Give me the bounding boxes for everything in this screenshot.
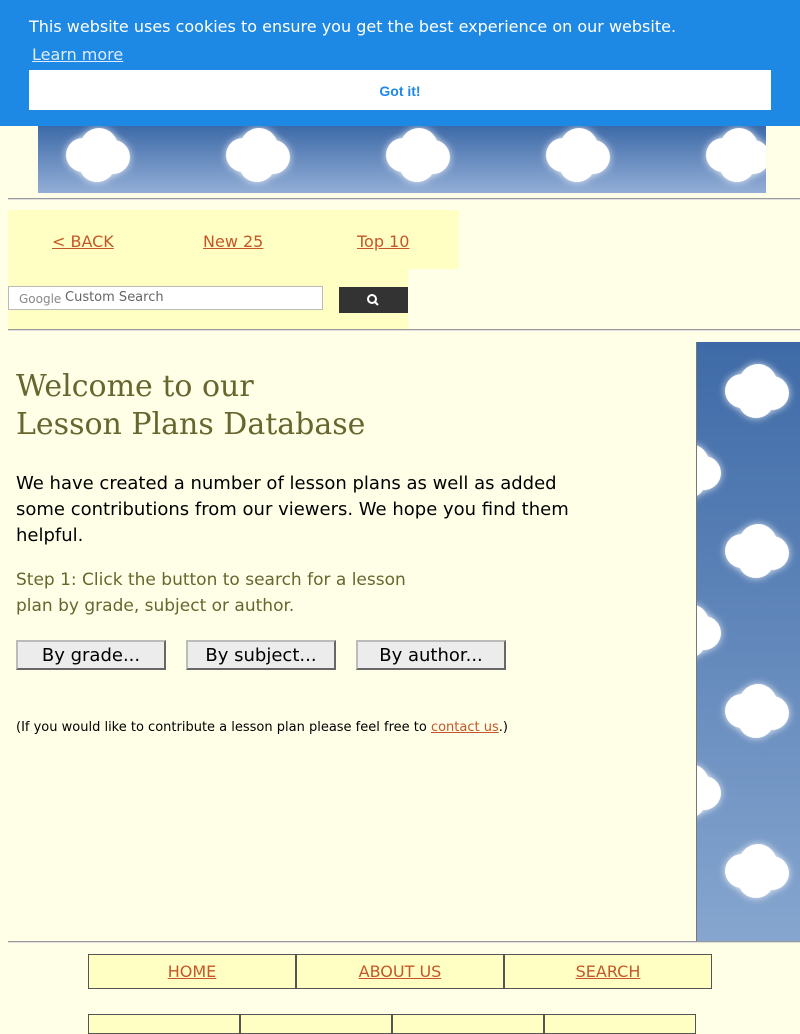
cloud-image xyxy=(697,764,721,818)
page-title-line2: Lesson Plans Database xyxy=(16,407,366,442)
divider xyxy=(8,329,800,331)
header-sky-banner xyxy=(38,126,766,193)
back-link[interactable]: < BACK xyxy=(52,232,114,251)
cloud-image xyxy=(697,604,721,658)
cloud-image xyxy=(725,844,789,898)
footer-nav-row2 xyxy=(88,1014,696,1034)
divider xyxy=(8,941,800,943)
page-title-line1: Welcome to our xyxy=(16,369,254,404)
search-area: Google Custom Search xyxy=(8,269,408,329)
cloud-image xyxy=(725,684,789,738)
new-25-link[interactable]: New 25 xyxy=(203,232,263,251)
cookie-message: This website uses cookies to ensure you … xyxy=(29,17,677,36)
footer-nav: HOME ABOUT US SEARCH xyxy=(88,954,712,989)
cloud-image xyxy=(546,128,610,182)
search-button[interactable] xyxy=(339,287,408,313)
home-link[interactable]: HOME xyxy=(168,962,217,981)
google-logo: Google xyxy=(19,292,62,306)
cloud-image xyxy=(697,444,721,498)
cloud-image xyxy=(226,128,290,182)
top-nav: < BACK New 25 Top 10 xyxy=(8,210,459,269)
cloud-image xyxy=(706,128,766,182)
footer-item-about: ABOUT US xyxy=(296,954,504,989)
intro-text: We have created a number of lesson plans… xyxy=(16,473,569,546)
search-placeholder: Custom Search xyxy=(65,290,164,305)
footer-item-home: HOME xyxy=(88,954,296,989)
step-instruction: Step 1: Click the button to search for a… xyxy=(16,570,406,616)
sidebar-sky-image xyxy=(696,342,800,942)
cloud-image xyxy=(725,524,789,578)
contact-us-link[interactable]: contact us xyxy=(431,720,499,735)
by-author-button[interactable]: By author... xyxy=(356,640,506,670)
search-input[interactable]: Google Custom Search xyxy=(8,286,323,310)
footer-cell xyxy=(88,1014,240,1034)
contribute-note: (If you would like to contribute a lesso… xyxy=(16,720,508,735)
divider xyxy=(8,198,800,200)
about-us-link[interactable]: ABOUT US xyxy=(359,962,442,981)
footer-item-search: SEARCH xyxy=(504,954,712,989)
by-subject-button[interactable]: By subject... xyxy=(186,640,336,670)
cloud-image xyxy=(386,128,450,182)
search-link[interactable]: SEARCH xyxy=(576,962,641,981)
top-10-link[interactable]: Top 10 xyxy=(357,232,409,251)
cookie-learn-more-link[interactable]: Learn more xyxy=(32,45,123,64)
footer-cell xyxy=(544,1014,696,1034)
cookie-banner: This website uses cookies to ensure you … xyxy=(0,0,800,126)
footer-cell xyxy=(240,1014,392,1034)
cloud-image xyxy=(66,128,130,182)
cloud-image xyxy=(725,364,789,418)
by-grade-button[interactable]: By grade... xyxy=(16,640,166,670)
search-icon xyxy=(367,294,379,306)
contribute-text-after: .) xyxy=(498,720,508,735)
contribute-text-before: (If you would like to contribute a lesso… xyxy=(16,720,431,735)
footer-cell xyxy=(392,1014,544,1034)
cookie-accept-button[interactable]: Got it! xyxy=(29,70,771,110)
page-title: Welcome to our Lesson Plans Database xyxy=(16,368,365,444)
